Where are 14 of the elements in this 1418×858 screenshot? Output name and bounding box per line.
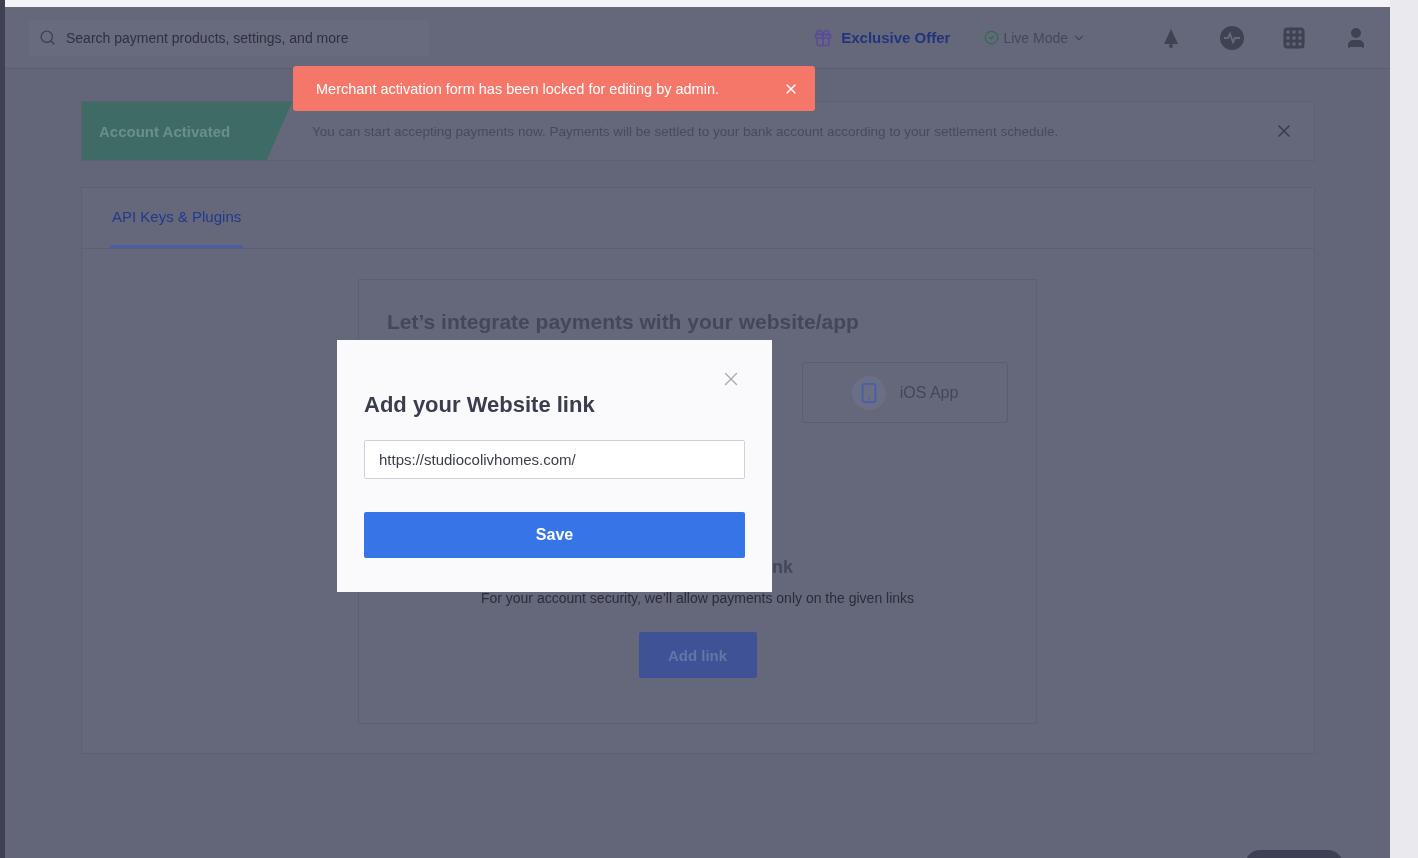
phone-icon (851, 375, 886, 410)
search-icon (39, 29, 56, 46)
apps-grid-icon[interactable] (1282, 25, 1306, 50)
gift-icon (813, 27, 834, 48)
link-description: For your account security, we’ll allow payments only on the given links (479, 590, 916, 606)
website-url-field[interactable]: https://studiocolivhomes.com/ (364, 440, 745, 479)
dialog-title: Add your Website link (364, 392, 596, 418)
tab[interactable]: API Keys & Plugins (110, 188, 244, 248)
offer-label: Exclusive Offer (841, 29, 951, 46)
save-button[interactable]: Save (364, 512, 745, 558)
activity-icon[interactable] (1220, 25, 1244, 50)
exclusive-offer-link[interactable]: Exclusive Offer (813, 27, 951, 48)
toast-message: Merchant activation form has been locked for editing by admin. (316, 80, 720, 97)
search-input[interactable]: Search payment products, settings, and more (64, 28, 419, 47)
